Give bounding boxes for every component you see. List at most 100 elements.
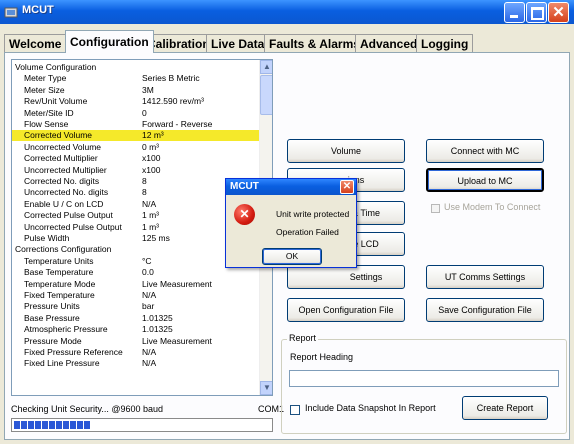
include-snapshot-checkbox[interactable] [290,405,300,415]
tab-logging[interactable]: Logging [416,34,474,52]
list-item-value: °C [142,255,152,266]
list-item[interactable]: Fixed Line Pressure N/A [12,358,259,369]
list-item[interactable]: Uncorrected Multiplier x100 [12,165,259,176]
dialog-message-line-1: Unit write protected [276,209,350,219]
save-configuration-file-button[interactable]: Save Configuration File [426,298,544,322]
list-item-value: N/A [142,198,157,209]
title-bar[interactable]: MCUT ✕ [0,0,574,24]
list-item[interactable]: Meter Type Series B Metric [12,73,259,84]
list-item-value: 125 ms [142,233,170,243]
list-item-label: Pulse Width [24,233,70,243]
progress-segment [56,421,62,429]
progress-segment [63,421,69,429]
list-item-value: 8 [142,187,147,198]
list-item-value: 1412.590 rev/m³ [142,96,204,107]
close-button[interactable]: ✕ [548,2,569,23]
list-item-label: Corrections Configuration [15,244,112,255]
progress-segment [28,421,34,429]
list-item-label: Corrected Pulse Output [24,210,113,221]
error-icon: ✕ [234,204,255,225]
settings-button[interactable]: Settings [287,265,405,289]
tab-configuration[interactable]: Configuration [65,30,154,53]
list-item[interactable]: Corrected Multiplier x100 [12,153,259,164]
list-section-header[interactable]: Volume Configuration [12,62,259,73]
dialog-title: MCUT [230,181,259,192]
list-item[interactable]: Corrected No. digits 8 [12,176,259,187]
list-item[interactable]: Temperature Units °C [12,256,259,267]
status-text: Checking Unit Security... @9600 baud [11,404,164,414]
mcut-app-icon [4,7,18,18]
list-item[interactable]: Base Temperature 0.0 [12,267,259,278]
use-modem-checkbox[interactable] [431,204,440,213]
report-heading-label: Report Heading [290,352,354,362]
window-title: MCUT [22,4,54,16]
list-item-value: x100 [142,153,161,164]
close-icon: ✕ [552,4,565,21]
list-item[interactable]: Corrected Volume 12 m³ [12,130,259,142]
list-item-value: Forward - Reverse [142,119,213,129]
list-item[interactable]: Flow Sense Forward - Reverse [12,119,259,130]
scroll-down-arrow-icon[interactable]: ▼ [260,381,272,395]
list-item[interactable]: Enable U / C on LCD N/A [12,199,259,210]
list-item[interactable]: Uncorrected No. digits 8 [12,187,259,198]
maximize-button[interactable] [526,2,547,23]
create-report-button[interactable]: Create Report [462,396,548,420]
list-item-label: Fixed Line Pressure [24,358,100,369]
report-heading-input[interactable] [289,370,559,387]
use-modem-label: Use Modem To Connect [444,202,541,212]
list-section-header[interactable]: Corrections Configuration [12,244,259,255]
list-item[interactable]: Meter/Site ID 0 [12,108,259,119]
tab-advanced[interactable]: Advanced [355,34,423,52]
list-item[interactable]: Pulse Width 125 ms [12,233,259,244]
minimize-button[interactable] [504,2,525,23]
list-item[interactable]: Temperature Mode Live Measurement [12,279,259,290]
list-item-label: Enable U / C on LCD [24,198,104,209]
list-item[interactable]: Uncorrected Pulse Output 1 m³ [12,222,259,233]
open-configuration-file-button[interactable]: Open Configuration File [287,298,405,322]
error-dialog: MCUT ✕ ✕ Unit write protected Operation … [225,178,357,268]
list-item[interactable]: Uncorrected Volume 0 m³ [12,142,259,153]
dialog-close-button[interactable]: ✕ [340,180,354,194]
list-item-value: 0 [142,107,147,118]
list-item-value: 1.01325 [142,324,173,335]
list-item[interactable]: Atmospheric Pressure 1.01325 [12,324,259,335]
dialog-title-bar[interactable]: MCUT ✕ [226,179,356,195]
list-item-label: Corrected Multiplier [24,153,98,164]
list-item[interactable]: Fixed Pressure Reference N/A [12,347,259,358]
connect-with-mc-button[interactable]: Connect with MC [426,139,544,163]
tab-strip: Welcome Configuration Calibration Live D… [0,30,574,53]
report-group-legend: Report [287,333,319,343]
include-snapshot-label: Include Data Snapshot In Report [305,403,436,413]
scroll-up-arrow-icon[interactable]: ▲ [260,60,272,74]
upload-to-mc-button[interactable]: Upload to MC [426,168,544,192]
volume-button[interactable]: Volume [287,139,405,163]
list-item-value: x100 [142,164,161,175]
list-item-label: Uncorrected Multiplier [24,164,107,175]
list-item[interactable]: Rev/Unit Volume 1412.590 rev/m³ [12,96,259,107]
dialog-message-line-2: Operation Failed [276,227,339,237]
list-item[interactable]: Base Pressure 1.01325 [12,313,259,324]
list-item[interactable]: Meter Size 3M [12,85,259,96]
list-item-value: N/A [142,347,157,357]
list-item-label: Fixed Temperature [24,290,95,300]
list-item-value: 1 m³ [142,221,159,232]
dialog-ok-button[interactable]: OK [262,248,322,265]
list-item[interactable]: Pressure Mode Live Measurement [12,336,259,347]
tab-faults-alarms[interactable]: Faults & Alarms [264,34,365,52]
scroll-thumb[interactable] [260,75,272,115]
list-item-value: Series B Metric [142,73,200,84]
list-item-label: Pressure Mode [24,335,82,346]
list-item[interactable]: Corrected Pulse Output 1 m³ [12,210,259,221]
progress-segment [70,421,76,429]
list-item-label: Uncorrected No. digits [24,187,109,198]
list-item-label: Volume Configuration [15,62,97,72]
list-item-value: 0.0 [142,267,154,278]
tab-welcome[interactable]: Welcome [4,34,67,52]
progress-segment [14,421,20,429]
tab-live-data[interactable]: Live Data [206,34,270,52]
list-item[interactable]: Pressure Units bar [12,301,259,312]
ut-comms-settings-button[interactable]: UT Comms Settings [426,265,544,289]
list-item[interactable]: Fixed Temperature N/A [12,290,259,301]
list-item-value: 1.01325 [142,312,173,323]
list-item-label: Temperature Mode [24,278,96,289]
